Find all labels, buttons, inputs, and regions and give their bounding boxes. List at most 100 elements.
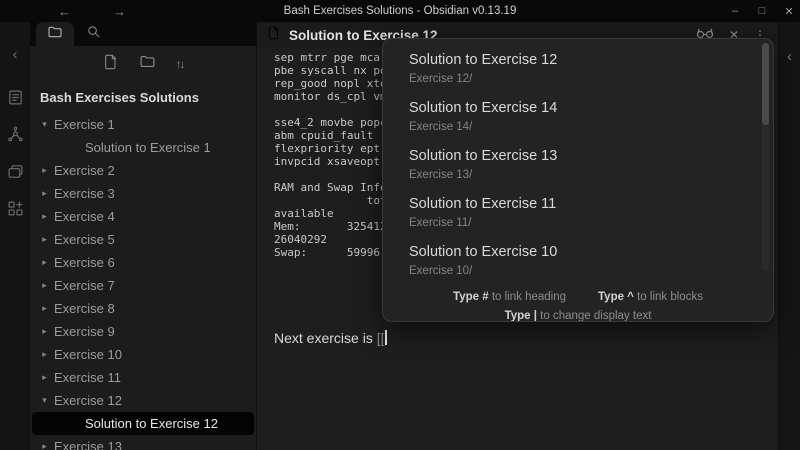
suggestion-title: Solution to Exercise 11 [409,195,747,213]
suggestion-path: Exercise 13/ [409,168,747,182]
expand-arrow-icon: ▸ [38,234,51,245]
tree-item-label: Solution to Exercise 1 [85,140,211,155]
left-ribbon: ‹ [0,22,30,450]
titlebar: ← → Bash Exercises Solutions - Obsidian … [0,0,800,22]
tree-item-exercise-2[interactable]: ▸ Exercise 2 [30,159,256,182]
graph-view-icon[interactable] [7,126,24,143]
tree-item-exercise-11[interactable]: ▸ Exercise 11 [30,366,256,389]
tree-item-label: Exercise 10 [54,347,122,362]
hint-link-blocks: Type ^ to link blocks [598,291,703,303]
popup-scrollbar-thumb[interactable] [762,43,769,125]
editor-pane: Solution to Exercise 12 ✕ ⋮ sep mtrr pge… [257,22,778,450]
tab-file-explorer[interactable] [36,22,74,46]
suggestion-path: Exercise 10/ [409,264,747,278]
blocks-grid-icon[interactable] [7,200,24,217]
close-icon[interactable]: ✕ [782,5,796,18]
tree-item-exercise-10[interactable]: ▸ Exercise 10 [30,343,256,366]
expand-arrow-icon: ▸ [38,257,51,268]
tree-item-label: Exercise 3 [54,186,115,201]
folder-icon [47,24,63,45]
suggestion-title: Solution to Exercise 10 [409,243,747,261]
suggestion-item[interactable]: Solution to Exercise 11 Exercise 11/ [383,188,773,236]
window-title: Bash Exercises Solutions - Obsidian v0.1… [284,5,517,17]
tree-item-exercise-7[interactable]: ▸ Exercise 7 [30,274,256,297]
file-explorer-panel: ↑↓ Bash Exercises Solutions ▾ Exercise 1… [30,22,257,450]
expand-arrow-icon: ▸ [38,372,51,383]
sort-order-icon[interactable]: ↑↓ [176,57,184,71]
collapse-left-sidebar-icon[interactable]: ‹ [13,46,18,63]
expand-arrow-icon: ▸ [38,326,51,337]
expand-arrow-icon: ▸ [38,441,51,450]
forward-arrow-icon[interactable]: → [113,4,126,19]
text-cursor [385,330,387,345]
tree-item-label: Exercise 7 [54,278,115,293]
tree-item-label: Exercise 6 [54,255,115,270]
window-controls: – □ ✕ [728,0,796,22]
suggestion-list: Solution to Exercise 12 Exercise 12/ Sol… [383,39,773,284]
right-sidebar-strip: ‹ [778,22,800,450]
suggestion-title: Solution to Exercise 13 [409,147,747,165]
tree-item-exercise-3[interactable]: ▸ Exercise 3 [30,182,256,205]
tree-item-exercise-1[interactable]: ▾ Exercise 1 [30,113,256,136]
maximize-icon[interactable]: □ [755,5,769,17]
tree-item-label: Exercise 1 [54,117,115,132]
tree-item-label: Exercise 11 [54,370,121,385]
tree-item-exercise-9[interactable]: ▸ Exercise 9 [30,320,256,343]
tab-search[interactable] [74,22,112,46]
quick-switcher-icon[interactable] [7,89,24,106]
link-suggestion-popup: Solution to Exercise 12 Exercise 12/ Sol… [382,38,774,322]
suggestion-path: Exercise 11/ [409,216,747,230]
expand-arrow-icon: ▸ [38,165,51,176]
expand-arrow-icon: ▾ [38,395,51,406]
suggestion-item[interactable]: Solution to Exercise 14 Exercise 14/ [383,92,773,140]
tree-item-exercise-8[interactable]: ▸ Exercise 8 [30,297,256,320]
tree-item-label: Exercise 9 [54,324,115,339]
expand-right-sidebar-icon[interactable]: ‹ [787,48,792,65]
app-window: ‹ [0,22,800,450]
wikilink-brackets: [[ [377,330,385,346]
tree-item-label: Exercise 8 [54,301,115,316]
suggestion-item[interactable]: Solution to Exercise 10 Exercise 10/ [383,236,773,284]
new-folder-icon[interactable] [139,53,156,75]
tree-item-label: Exercise 5 [54,232,115,247]
suggestion-title: Solution to Exercise 12 [409,51,747,69]
suggestion-path: Exercise 14/ [409,120,747,134]
new-note-icon[interactable] [103,54,119,75]
hint-row: Type # to link heading Type ^ to link bl… [393,291,763,303]
suggestion-item[interactable]: Solution to Exercise 13 Exercise 13/ [383,140,773,188]
tree-item-exercise-4[interactable]: ▸ Exercise 4 [30,205,256,228]
suggestion-item[interactable]: Solution to Exercise 12 Exercise 12/ [383,44,773,92]
nav-arrows: ← → [58,0,126,22]
search-icon [86,24,101,44]
expand-arrow-icon: ▾ [38,119,51,130]
expand-arrow-icon: ▸ [38,211,51,222]
tree-item-exercise-13[interactable]: ▸ Exercise 13 [30,435,256,450]
stacked-notes-icon[interactable] [7,163,24,180]
tree-item-label: Exercise 13 [54,439,122,450]
tree-item-solution-12-selected[interactable]: Solution to Exercise 12 [32,412,254,435]
suggestion-title: Solution to Exercise 14 [409,99,747,117]
expand-arrow-icon: ▸ [38,280,51,291]
explorer-toolbar: ↑↓ [30,46,256,82]
tree-item-label: Exercise 2 [54,163,115,178]
tree-item-exercise-12[interactable]: ▾ Exercise 12 [30,389,256,412]
tree-item-label: Solution to Exercise 12 [85,416,218,431]
note-file-icon [267,26,281,45]
expand-arrow-icon: ▸ [38,303,51,314]
vault-title: Bash Exercises Solutions [30,82,256,113]
tree-item-exercise-5[interactable]: ▸ Exercise 5 [30,228,256,251]
tree-item-solution-1[interactable]: Solution to Exercise 1 [30,136,256,159]
sidebar-tab-bar [30,22,256,46]
popup-hints: Type # to link heading Type ^ to link bl… [383,284,773,322]
tree-item-label: Exercise 12 [54,393,122,408]
file-tree: ▾ Exercise 1 Solution to Exercise 1 ▸ Ex… [30,113,256,450]
hint-display-text: Type | to change display text [505,310,652,322]
back-arrow-icon[interactable]: ← [58,4,71,19]
suggestion-path: Exercise 12/ [409,72,747,86]
expand-arrow-icon: ▸ [38,349,51,360]
tree-item-exercise-6[interactable]: ▸ Exercise 6 [30,251,256,274]
minimize-icon[interactable]: – [728,5,742,17]
ribbon-icon-stack [7,89,24,217]
editing-line[interactable]: Next exercise is [[ [274,330,387,346]
hint-row: Type | to change display text [393,310,763,322]
